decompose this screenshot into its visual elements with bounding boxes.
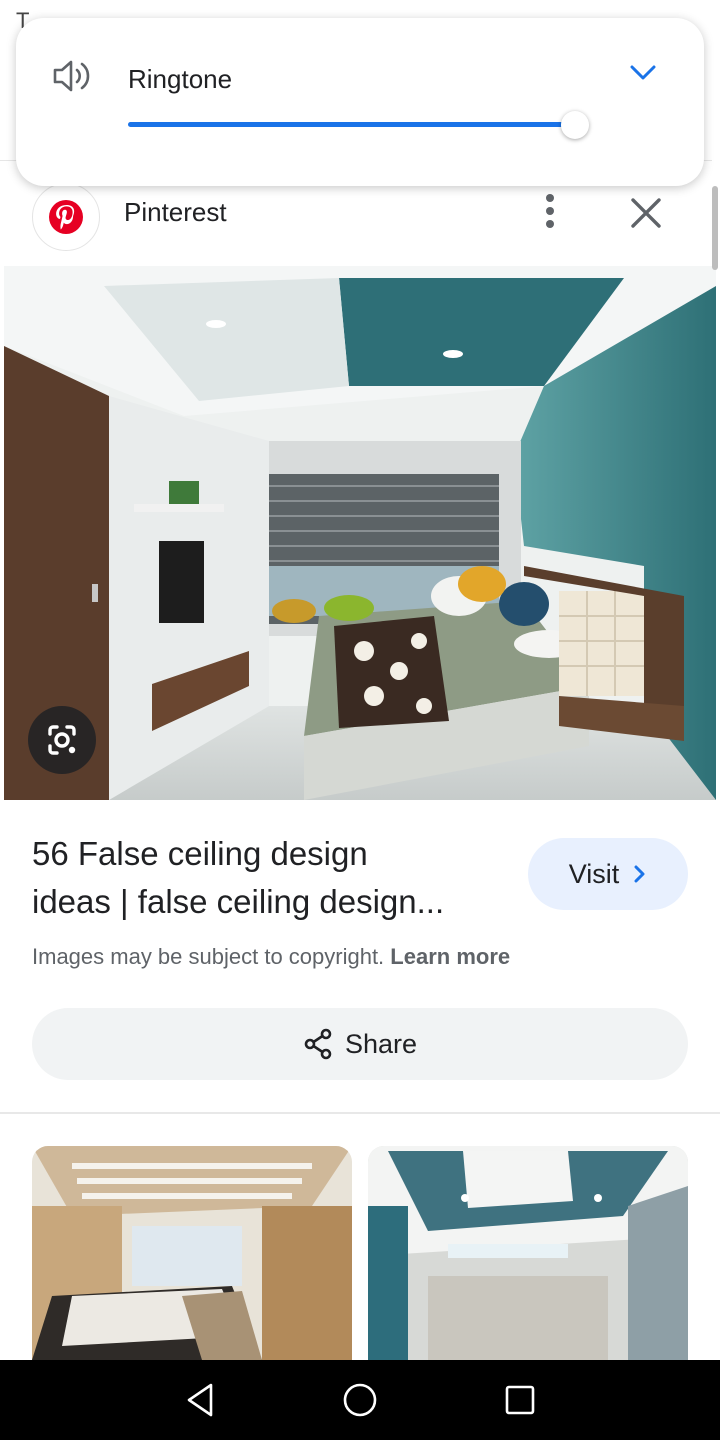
- visit-button[interactable]: Visit: [528, 838, 688, 910]
- volume-slider-thumb[interactable]: [561, 111, 589, 139]
- share-button[interactable]: Share: [32, 1008, 688, 1080]
- related-image[interactable]: [32, 1146, 352, 1360]
- result-title-line1: 56 False ceiling design: [32, 835, 368, 872]
- system-nav-bar: [0, 1360, 720, 1440]
- result-title-line2: ideas | false ceiling design...: [32, 883, 445, 920]
- learn-more-link[interactable]: Learn more: [390, 944, 510, 969]
- copyright-text: Images may be subject to copyright.: [32, 944, 385, 969]
- google-lens-icon[interactable]: [28, 706, 96, 774]
- chevron-down-icon[interactable]: [628, 62, 658, 87]
- share-icon: [304, 1028, 332, 1060]
- related-image[interactable]: [368, 1146, 688, 1360]
- main-image[interactable]: [4, 266, 716, 800]
- volume-label: Ringtone: [128, 64, 233, 94]
- share-label: Share: [344, 1028, 418, 1059]
- chevron-right-icon: [634, 865, 645, 883]
- visit-label: Visit: [568, 858, 620, 889]
- recents-square-icon[interactable]: [498, 1378, 542, 1422]
- speaker-icon[interactable]: [52, 58, 94, 99]
- result-title[interactable]: 56 False ceiling design ideas | false ce…: [32, 830, 502, 926]
- home-circle-icon[interactable]: [338, 1378, 382, 1422]
- close-icon[interactable]: [624, 191, 668, 235]
- volume-slider-track[interactable]: [128, 122, 575, 127]
- copyright-notice: Images may be subject to copyright. Lear…: [32, 944, 510, 970]
- pinterest-logo: [32, 183, 100, 251]
- more-vert-icon[interactable]: [530, 191, 570, 231]
- scrollbar[interactable]: [712, 186, 718, 270]
- source-name[interactable]: Pinterest: [124, 197, 227, 228]
- volume-panel: Ringtone: [16, 18, 704, 186]
- divider: [0, 1112, 720, 1114]
- back-triangle-icon[interactable]: [178, 1378, 222, 1422]
